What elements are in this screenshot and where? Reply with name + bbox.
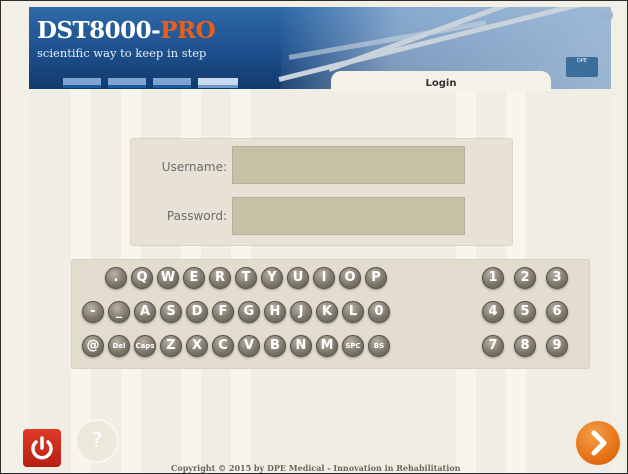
- key-6[interactable]: 6: [546, 301, 568, 323]
- question-icon: ?: [91, 428, 103, 452]
- key-dash[interactable]: -: [82, 301, 104, 323]
- key-r[interactable]: R: [209, 267, 231, 289]
- key-o[interactable]: O: [339, 267, 361, 289]
- key-j[interactable]: J: [290, 301, 312, 323]
- login-tab: Login: [331, 71, 551, 91]
- key-x[interactable]: X: [186, 335, 208, 357]
- app-window: DST8000-PRO scientific way to keep in st…: [0, 0, 628, 474]
- header-tab-2[interactable]: [108, 78, 146, 88]
- status-icon: [601, 9, 613, 21]
- username-field[interactable]: [232, 146, 465, 184]
- key-v[interactable]: V: [238, 335, 260, 357]
- power-icon: [31, 436, 53, 460]
- key-w[interactable]: W: [157, 267, 179, 289]
- on-screen-keyboard: . Q W E R T Y U I O P - _ A S D F G H J K L 0 @ Del Caps Z X C V B N M SP…: [71, 259, 590, 369]
- next-button[interactable]: [576, 421, 620, 465]
- header-tab-4[interactable]: [198, 78, 238, 88]
- key-underscore[interactable]: _: [108, 301, 130, 323]
- header-tab-1[interactable]: [63, 78, 101, 88]
- key-p[interactable]: P: [365, 267, 387, 289]
- key-1[interactable]: 1: [482, 267, 504, 289]
- key-y[interactable]: Y: [261, 267, 283, 289]
- key-i[interactable]: I: [313, 267, 335, 289]
- key-caps[interactable]: Caps: [134, 335, 156, 357]
- key-e[interactable]: E: [183, 267, 205, 289]
- key-0[interactable]: 0: [368, 301, 390, 323]
- brand-tagline: scientific way to keep in step: [37, 46, 207, 60]
- key-s[interactable]: S: [160, 301, 182, 323]
- key-4[interactable]: 4: [482, 301, 504, 323]
- key-9[interactable]: 9: [546, 335, 568, 357]
- key-u[interactable]: U: [287, 267, 309, 289]
- key-g[interactable]: G: [238, 301, 260, 323]
- key-bs[interactable]: BS: [368, 335, 390, 357]
- key-t[interactable]: T: [235, 267, 257, 289]
- dpe-logo: DPE: [566, 57, 598, 77]
- power-button[interactable]: [23, 429, 61, 467]
- key-del[interactable]: Del: [108, 335, 130, 357]
- key-8[interactable]: 8: [514, 335, 536, 357]
- help-button[interactable]: ?: [75, 419, 119, 463]
- password-label: Password:: [166, 209, 227, 223]
- key-f[interactable]: F: [212, 301, 234, 323]
- key-n[interactable]: N: [290, 335, 312, 357]
- brand-title: DST8000-PRO: [37, 17, 216, 44]
- key-7[interactable]: 7: [482, 335, 504, 357]
- key-b[interactable]: B: [264, 335, 286, 357]
- key-3[interactable]: 3: [546, 267, 568, 289]
- chevron-right-icon: [591, 430, 607, 456]
- key-spc[interactable]: SPC: [342, 335, 364, 357]
- key-c[interactable]: C: [212, 335, 234, 357]
- username-label: Username:: [161, 160, 227, 174]
- key-z[interactable]: Z: [160, 335, 182, 357]
- key-d[interactable]: D: [186, 301, 208, 323]
- login-form: Username: Password:: [130, 138, 513, 246]
- key-at[interactable]: @: [82, 335, 104, 357]
- key-2[interactable]: 2: [514, 267, 536, 289]
- header-tab-3[interactable]: [153, 78, 191, 88]
- header-tabs: [63, 73, 245, 92]
- key-5[interactable]: 5: [514, 301, 536, 323]
- key-m[interactable]: M: [316, 335, 338, 357]
- key-a[interactable]: A: [134, 301, 156, 323]
- password-field[interactable]: [232, 197, 465, 235]
- key-k[interactable]: K: [316, 301, 338, 323]
- key-l[interactable]: L: [342, 301, 364, 323]
- copyright-text: Copyright © 2015 by DPE Medical - Innova…: [171, 463, 461, 473]
- key-q[interactable]: Q: [131, 267, 153, 289]
- key-dot[interactable]: .: [105, 267, 127, 289]
- key-h[interactable]: H: [264, 301, 286, 323]
